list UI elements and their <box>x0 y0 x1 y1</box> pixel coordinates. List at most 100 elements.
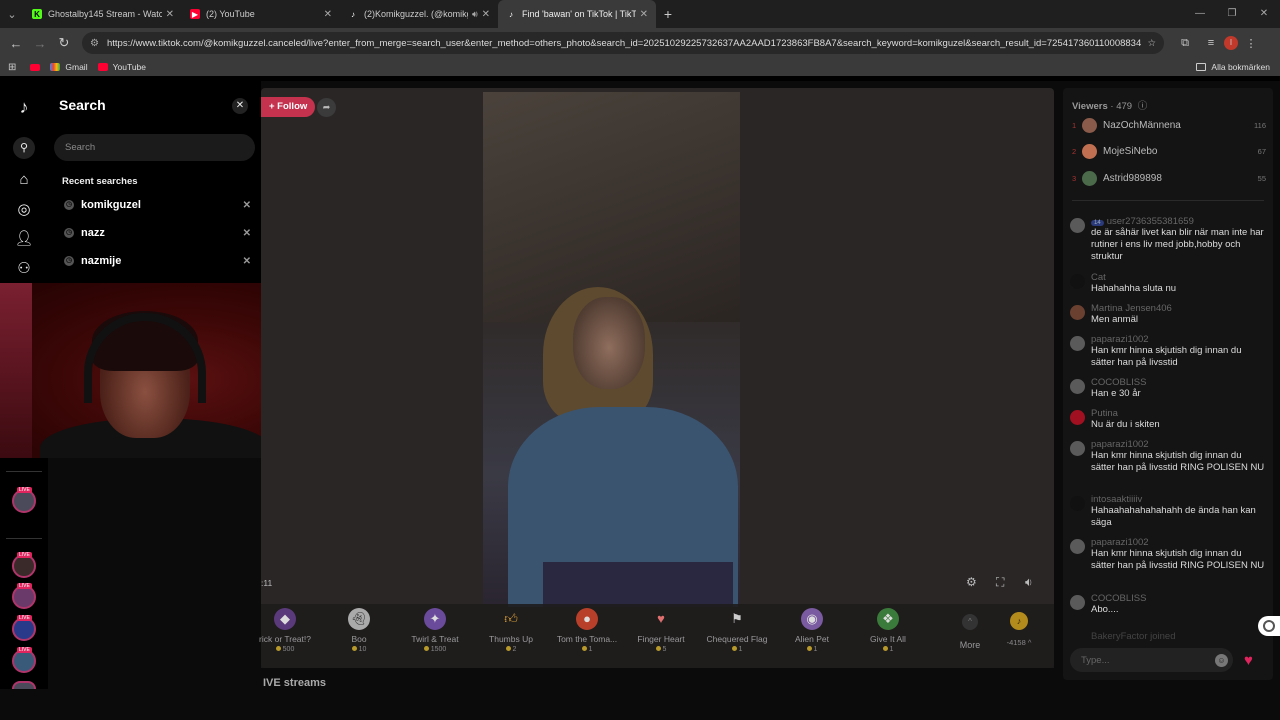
chat-username[interactable]: paparazi1002 <box>1091 537 1266 548</box>
following-icon[interactable]: 👤︎ <box>14 229 34 249</box>
youtube-icon[interactable] <box>30 63 41 71</box>
friends-icon[interactable]: ⚇ <box>14 259 34 279</box>
tab-kick[interactable]: K Ghostalby145 Stream - Watch L ✕ <box>24 0 182 28</box>
chat-username[interactable]: paparazi1002 <box>1091 334 1266 345</box>
all-bookmarks[interactable]: Alla bokmärken <box>1196 58 1270 76</box>
home-icon[interactable]: ⌂ <box>14 170 34 190</box>
new-tab-button[interactable]: + <box>656 6 680 22</box>
remove-icon[interactable]: ✕ <box>243 228 251 239</box>
media-controls-icon[interactable]: ≡ <box>1198 37 1224 49</box>
recent-search-item[interactable]: ◷ nazmije ✕ <box>64 252 251 270</box>
minimize-icon[interactable]: — <box>1184 0 1216 28</box>
gift-chequered-flag[interactable]: ⚑ Chequered Flag 1 <box>699 608 775 653</box>
chat-username[interactable]: Martina Jensen406 <box>1091 303 1266 314</box>
tiktok-logo-icon[interactable]: ♪ <box>14 97 34 117</box>
address-bar[interactable]: ⚙ https://www.tiktok.com/@komikguzzel.ca… <box>82 32 1164 54</box>
avatar[interactable] <box>1070 379 1085 394</box>
close-icon[interactable]: ✕ <box>232 98 248 114</box>
recent-search-item[interactable]: ◷ komikguzel ✕ <box>64 196 251 214</box>
close-tab-icon[interactable]: ✕ <box>482 9 490 20</box>
recent-search-item[interactable]: ◷ nazz ✕ <box>64 224 251 242</box>
gift-finger-heart[interactable]: ♥ Finger Heart 5 <box>623 608 699 653</box>
top-viewer-row[interactable]: 2 MojeSiNebo 67 <box>1072 142 1266 160</box>
chat-input[interactable] <box>1070 648 1233 672</box>
close-tab-icon[interactable]: ✕ <box>166 9 174 20</box>
avatar[interactable] <box>1070 496 1085 511</box>
avatar[interactable] <box>1070 218 1085 233</box>
gift-name: Thumbs Up <box>489 634 533 644</box>
menu-icon[interactable]: ⋮ <box>1238 37 1264 50</box>
follow-button[interactable]: + Follow <box>261 97 316 117</box>
share-icon[interactable]: ➦ <box>317 98 336 117</box>
tab-tiktok-search[interactable]: ♪ Find 'bawan' on TikTok | TikTok ✕ <box>498 0 656 28</box>
coins-button[interactable]: ♪ -4158 ^ <box>991 612 1047 647</box>
back-icon[interactable]: ← <box>4 36 28 51</box>
speaker-icon[interactable]: 🔊︎ <box>472 9 478 20</box>
reload-icon[interactable]: ↻ <box>52 35 76 51</box>
search-icon[interactable]: ⚲ <box>13 137 35 159</box>
explore-icon[interactable]: ◎ <box>14 200 34 220</box>
gift-give-it-all[interactable]: ❖ Give It All 1 <box>850 608 926 653</box>
close-tab-icon[interactable]: ✕ <box>640 9 648 20</box>
top-viewer-row[interactable]: 1 NazOchMännena 116 <box>1072 116 1266 134</box>
chat-username[interactable]: BakeryFactor joined <box>1091 631 1266 641</box>
chat-username[interactable]: 14 user2736355381659 <box>1091 216 1266 227</box>
volume-icon[interactable]: 🔉︎ <box>1025 575 1033 590</box>
tab-youtube[interactable]: ▶ (2) YouTube ✕ <box>182 0 340 28</box>
live-avatar[interactable]: LIVE <box>12 615 36 641</box>
apps-grid-icon[interactable]: ⊞ <box>8 62 16 73</box>
live-avatar[interactable]: LIVE <box>12 647 36 673</box>
bookmark-youtube[interactable]: YouTube <box>97 62 146 72</box>
tab-tiktok-live[interactable]: ♪ (2)Komikguzzel. (@komikgu 🔊︎ ✕ <box>340 0 498 28</box>
info-icon[interactable]: ⓘ <box>1138 101 1148 112</box>
more-gifts-button[interactable]: ^ More <box>945 614 995 650</box>
gift-trick-or-treat[interactable]: ◆ rick or Treat!? 500 <box>247 608 323 653</box>
chat-username[interactable]: Cat <box>1091 272 1266 283</box>
gift-boo[interactable]: 👻︎ Boo 10 <box>321 608 397 653</box>
avatar[interactable] <box>1070 595 1085 610</box>
emoji-icon[interactable]: ☺ <box>1215 654 1228 667</box>
gift-price: 1500 <box>397 646 473 653</box>
gift-alien-pet[interactable]: ◉ Alien Pet 1 <box>774 608 850 653</box>
live-avatar[interactable]: LIVE <box>12 487 36 513</box>
forward-icon[interactable]: → <box>28 36 52 51</box>
chat-username[interactable]: paparazi1002 <box>1091 439 1266 450</box>
viewer-rank: 2 <box>1072 146 1077 156</box>
remove-icon[interactable]: ✕ <box>243 200 251 211</box>
heart-icon[interactable]: ♥ <box>1244 652 1253 669</box>
avatar[interactable] <box>1070 441 1085 456</box>
live-avatar[interactable] <box>12 681 36 689</box>
site-info-icon[interactable]: ⚙ <box>90 38 99 49</box>
profile-avatar[interactable]: I <box>1224 36 1238 50</box>
chat-username[interactable]: COCOBLISS <box>1091 593 1266 604</box>
tab-search-button[interactable]: ⌄ <box>0 0 24 28</box>
avatar[interactable] <box>1070 305 1085 320</box>
restore-icon[interactable]: ❐ <box>1216 0 1248 28</box>
live-avatar[interactable]: LIVE <box>12 552 36 578</box>
search-input[interactable] <box>54 134 255 161</box>
fullscreen-icon[interactable]: ⛶ <box>996 575 1004 590</box>
gift-twirl-treat[interactable]: ✦ Twirl & Treat 1500 <box>397 608 473 653</box>
close-window-icon[interactable]: ✕ <box>1248 0 1280 28</box>
avatar[interactable] <box>1070 274 1085 289</box>
chat-username[interactable]: intosaaktiiiiv <box>1091 494 1266 505</box>
avatar[interactable] <box>1070 539 1085 554</box>
viewers-header[interactable]: Viewers · 479 ⓘ <box>1072 98 1147 112</box>
side-panel-toggle[interactable] <box>1258 616 1280 636</box>
avatar[interactable] <box>1070 336 1085 351</box>
chat-username[interactable]: Putina <box>1091 408 1266 419</box>
remove-icon[interactable]: ✕ <box>243 256 251 267</box>
live-video-player[interactable]: + Follow ➦ :11 ⚙ ⛶ 🔉︎ <box>261 88 1054 668</box>
live-avatar[interactable]: LIVE <box>12 583 36 609</box>
bookmark-star-icon[interactable]: ☆ <box>1147 38 1156 49</box>
gift-name: Twirl & Treat <box>411 634 459 644</box>
top-viewer-row[interactable]: 3 Astrid989898 55 <box>1072 169 1266 187</box>
close-tab-icon[interactable]: ✕ <box>324 9 332 20</box>
bookmark-gmail[interactable]: Gmail <box>50 62 88 72</box>
gift-thumbs-up[interactable]: 👍︎ Thumbs Up 2 <box>473 608 549 653</box>
settings-icon[interactable]: ⚙ <box>966 575 977 589</box>
extensions-icon[interactable]: ⧉ <box>1172 37 1198 50</box>
avatar[interactable] <box>1070 410 1085 425</box>
gift-tom-the-tomato[interactable]: ● Tom the Toma... 1 <box>549 608 625 653</box>
chat-username[interactable]: COCOBLISS <box>1091 377 1266 388</box>
